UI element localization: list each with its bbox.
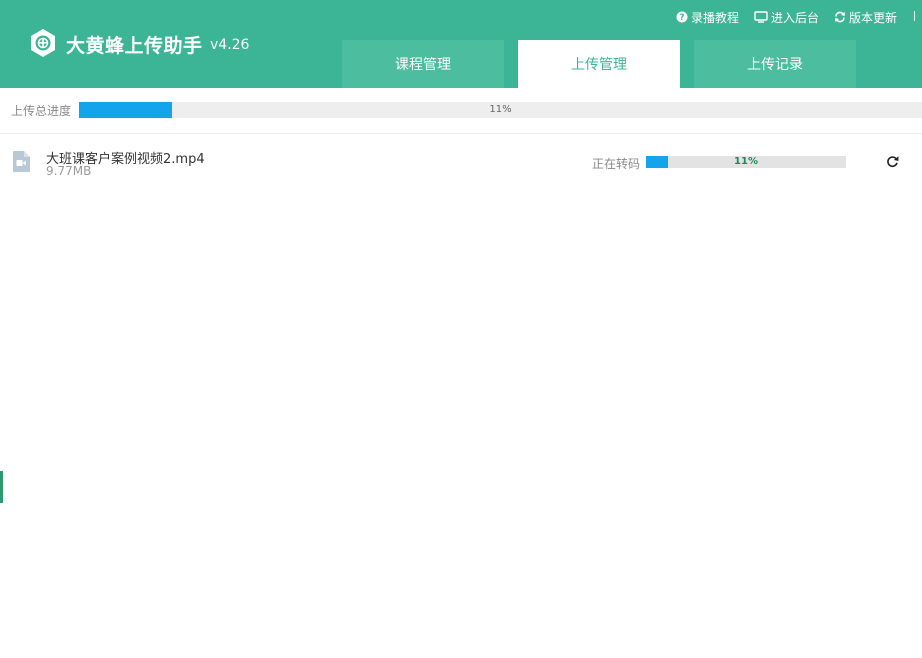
- tutorial-link-label: 录播教程: [691, 10, 740, 25]
- section-divider: [0, 133, 922, 134]
- total-progress-bar: 11%: [79, 102, 922, 118]
- file-status: 正在转码: [592, 157, 641, 171]
- total-progress-label: 上传总进度: [11, 104, 72, 118]
- app-title: 大黄蜂上传助手: [66, 35, 203, 57]
- version-update-link-label: 版本更新: [849, 10, 898, 25]
- app-logo-icon: [31, 29, 55, 57]
- version-update-link[interactable]: 版本更新: [834, 9, 897, 26]
- app-header: 大黄蜂上传助手 v4.26 ? 录播教程 进入后台 版本更新 课程管理 上传管理…: [0, 0, 922, 88]
- top-links-separator: [914, 11, 915, 21]
- admin-backend-link[interactable]: 进入后台: [754, 9, 819, 26]
- tab-upload-records-label: 上传记录: [747, 57, 803, 73]
- tutorial-link[interactable]: ? 录播教程: [676, 9, 739, 26]
- file-progress-percent: 11%: [734, 156, 758, 167]
- video-file-icon: [13, 151, 30, 172]
- monitor-icon: [754, 11, 768, 23]
- tab-course-management-label: 课程管理: [395, 57, 451, 73]
- tab-upload-management-label: 上传管理: [571, 57, 627, 73]
- app-version: v4.26: [210, 37, 250, 53]
- top-links: ? 录播教程 进入后台 版本更新: [676, 8, 912, 26]
- upload-list-item: 大班课客户案例视频2.mp4 9.77MB 正在转码 11%: [0, 140, 922, 184]
- refresh-icon: [835, 11, 845, 23]
- tab-course-management[interactable]: 课程管理: [342, 40, 504, 88]
- total-progress-row: 上传总进度 11%: [0, 100, 922, 120]
- total-progress-percent: 11%: [489, 104, 512, 115]
- window-edge-fragment: [0, 471, 3, 503]
- file-progress-bar: 11%: [646, 156, 846, 168]
- question-circle-icon: ?: [676, 11, 688, 23]
- file-size: 9.77MB: [46, 164, 92, 178]
- retry-icon[interactable]: [886, 155, 899, 168]
- admin-backend-link-label: 进入后台: [771, 10, 820, 25]
- svg-text:?: ?: [680, 13, 685, 23]
- tab-upload-management[interactable]: 上传管理: [518, 40, 680, 88]
- tab-upload-records[interactable]: 上传记录: [694, 40, 856, 88]
